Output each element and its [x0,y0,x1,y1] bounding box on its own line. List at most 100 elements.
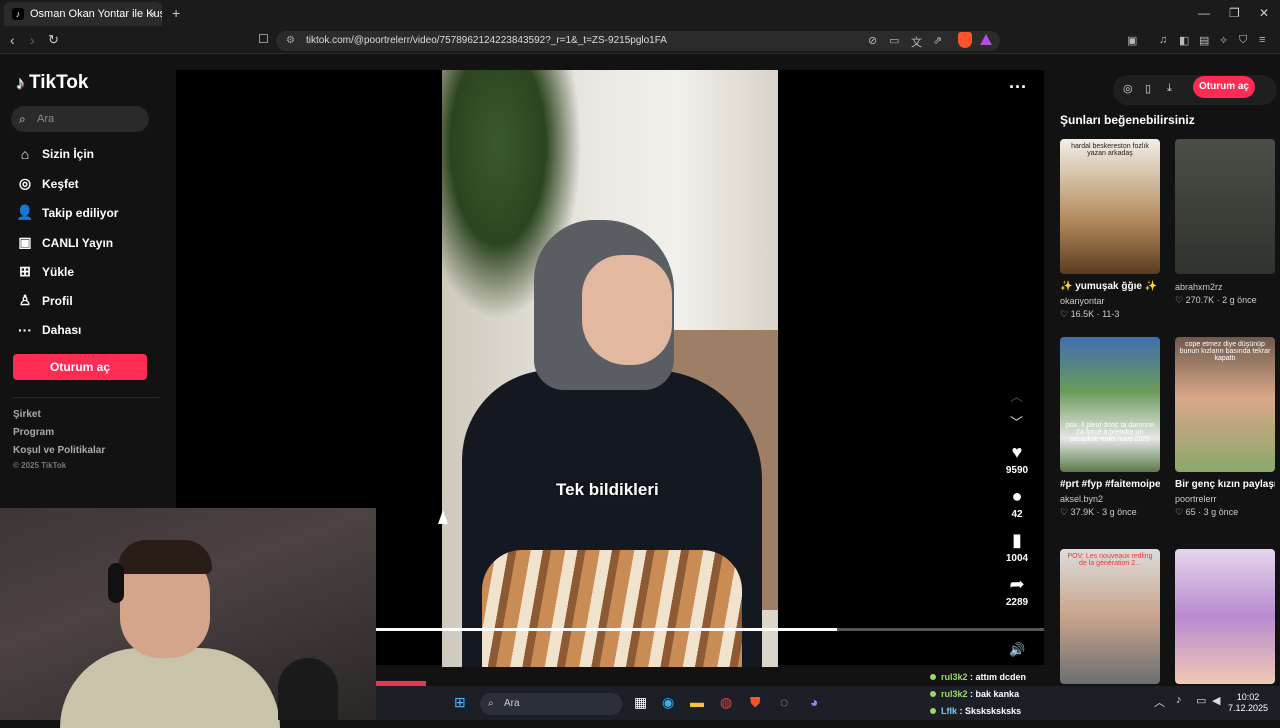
save-action[interactable]: ▮ 1004 [998,530,1036,564]
download-icon[interactable]: ⤓ [1167,82,1172,95]
comment-action[interactable]: ● 42 [998,486,1036,520]
suggested-video-card[interactable]: hardal beskereston fozlık yazan arkadaş … [1060,139,1160,320]
card-user[interactable]: aksel.byn2 [1060,494,1160,504]
edge-icon[interactable]: ◉ [662,694,674,711]
microphone-tray-icon[interactable]: ♪ [1176,694,1182,706]
sidebar-item-more[interactable]: ··· Dahası [16,322,81,338]
more-options-icon[interactable]: ··· [1009,77,1027,98]
device-icon[interactable]: ▯ [1145,82,1151,95]
video-thumbnail[interactable]: pov: il pleut donc ta daronne t'a forcé … [1060,337,1160,472]
reload-icon[interactable]: ↻ [48,32,59,48]
next-video-icon[interactable]: ﹀ [1010,412,1023,431]
sidebar-item-live[interactable]: ▣ CANLI Yayın [16,234,113,251]
live-icon: ▣ [18,234,32,250]
progress-fill[interactable] [376,628,837,631]
new-tab-button[interactable]: + [172,5,180,21]
chrome-icon[interactable]: ◍ [720,694,732,711]
brave-shield-icon[interactable] [958,32,972,48]
site-info-icon[interactable]: ⚙ [286,31,295,51]
card-title: Bir genç kızın paylaşımı:... [1175,479,1275,490]
headset-image [108,563,124,603]
volume-icon[interactable]: 🔊 [1009,642,1025,658]
header-login-button[interactable]: Oturum aç [1193,76,1255,98]
bookmark-icon[interactable]: ☐ [258,32,269,46]
brave-rewards-icon[interactable] [980,34,992,45]
translate-icon[interactable]: 文 [911,34,922,50]
share-action[interactable]: ➦ 2289 [998,574,1036,608]
windows-start-icon[interactable]: ⊞ [454,694,466,711]
minimize-icon[interactable]: — [1198,6,1210,20]
card-user[interactable]: poortrelerr [1175,494,1275,504]
ai-icon[interactable]: ✧ [1219,34,1228,47]
chat-text: : bak kanka [970,689,1020,699]
comment-icon: ● [1011,486,1023,506]
video-thumbnail[interactable]: hardal beskereston fozlık yazan arkadaş [1060,139,1160,274]
copyright: © 2025 TikTok [13,461,67,470]
sidebar-item-upload[interactable]: ⊞ Yükle [16,263,74,280]
forward-icon[interactable]: › [30,32,35,48]
comment-count: 42 [1011,509,1023,520]
sidebar-item-label: Sizin İçin [42,147,95,161]
footer-link-program[interactable]: Program [13,427,54,438]
clock-date: 7.12.2025 [1228,703,1269,713]
clock-time: 10:02 [1236,692,1260,702]
task-view-icon[interactable]: ▦ [634,694,647,711]
card-stats: ♡ 37.9K · 3 g önce [1060,507,1137,517]
video-thumbnail[interactable] [1175,549,1275,684]
like-action[interactable]: ♥ 9590 [998,442,1036,476]
discord-icon[interactable]: ◕ [810,694,818,710]
menu-icon[interactable]: ≡ [1259,34,1265,46]
taskbar-search[interactable]: ⌕ Ara [480,693,622,715]
media-icon[interactable]: ♫ [1159,34,1167,46]
tray-overflow-icon[interactable]: ︿ [1154,694,1165,710]
card-stats: ♡ 65 · 3 g önce [1175,507,1239,517]
reader-mode-icon[interactable]: ⊘ [868,34,877,47]
restore-icon[interactable]: ❐ [1229,6,1240,20]
browser-tab[interactable]: ♪ Osman Okan Yontar ile Kuşak × [4,2,162,26]
vpn-icon[interactable]: ⛉ [1239,34,1247,47]
suggested-video-card[interactable] [1175,549,1275,684]
system-clock[interactable]: 10:02 7.12.2025 [1228,692,1268,714]
card-user[interactable]: abrahxm2rz [1175,282,1275,292]
network-icon[interactable]: ▭ [1196,694,1206,707]
compass-icon[interactable]: ◎ [1123,82,1133,95]
video-frame[interactable] [442,70,778,667]
speaker-icon[interactable]: ◀ [1212,694,1220,707]
card-user[interactable]: okanyontar [1060,296,1160,306]
video-thumbnail[interactable] [1175,139,1275,274]
brave-icon[interactable]: ⛊ [750,694,761,711]
search-input[interactable]: ⌕ Ara [11,106,149,132]
card-stats: ♡ 16.5K · 11-3 [1060,309,1120,319]
suggested-video-card[interactable]: POV: Les nouveaux redling de la générati… [1060,549,1160,684]
back-icon[interactable]: ‹ [10,32,15,48]
sidebar-item-following[interactable]: 👤 Takip ediliyor [16,204,118,221]
sidebar-item-explore[interactable]: ◎ Keşfet [16,175,79,192]
streamer-body-image [60,648,280,728]
tab-title: Osman Okan Yontar ile Kuşak [30,8,162,20]
video-thumbnail[interactable]: cope etmez diye düşünüp bunun kızların b… [1175,337,1275,472]
previous-video-icon[interactable]: ︿ [1010,386,1023,405]
suggested-video-card[interactable]: pov: il pleut donc ta daronne t'a forcé … [1060,337,1160,518]
steam-icon[interactable]: ◌ [780,694,788,710]
sidebar-item-for-you[interactable]: ⌂ Sizin İçin [16,146,94,162]
file-explorer-icon[interactable]: ▬ [690,694,704,710]
screenshot-icon[interactable]: ▣ [1127,34,1137,47]
share-icon[interactable]: ⇗ [933,34,942,47]
footer-link-company[interactable]: Şirket [13,409,41,420]
sidebar-item-profile[interactable]: ♙ Profil [16,292,73,309]
sidebar-divider [13,397,159,398]
save-count: 1004 [1005,553,1029,564]
login-button[interactable]: Oturum aç [13,354,147,380]
suggested-video-card[interactable]: cope etmez diye düşünüp bunun kızların b… [1175,337,1275,518]
video-thumbnail[interactable]: POV: Les nouveaux redling de la générati… [1060,549,1160,684]
suggested-video-card[interactable]: abrahxm2rz ♡ 270.7K · 2 g önce [1175,139,1275,306]
footer-link-terms[interactable]: Koşul ve Politikalar [13,445,105,456]
url-text: tiktok.com/@poortrelerr/video/7578962124… [306,35,667,46]
cast-icon[interactable]: ▭ [889,34,899,47]
webcam-overlay [0,508,376,728]
tab-close-icon[interactable]: × [149,7,156,21]
window-close-icon[interactable]: ✕ [1259,6,1269,20]
wallet-icon[interactable]: ▤ [1199,34,1209,47]
tiktok-logo[interactable]: ♪ TikTok [16,72,88,94]
sidebar-icon[interactable]: ◧ [1179,34,1189,47]
